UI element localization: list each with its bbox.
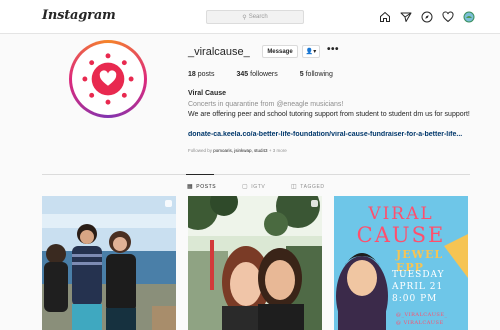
poster-handle-2: @ VIRALCAUSE (396, 320, 444, 326)
igtv-icon: ▢ (242, 184, 249, 190)
logo-dot (89, 92, 95, 98)
following-count-label: following (305, 71, 333, 78)
followed-by-more: + 3 more (268, 148, 287, 153)
direct-icon[interactable] (399, 10, 412, 23)
post-image-friends-selfie (188, 196, 322, 330)
logo-dot (82, 76, 88, 82)
multiple-photos-icon (311, 200, 318, 207)
search-icon: ⚲ (242, 14, 247, 21)
poster-title-line2: CAUSE (356, 223, 446, 247)
logo-dot (89, 60, 95, 66)
profile-avatar[interactable] (462, 10, 475, 23)
followers-link[interactable]: 345 followers (236, 71, 277, 78)
posts-count: 18 posts (188, 71, 214, 78)
following-link[interactable]: 5 following (300, 71, 333, 78)
message-button[interactable]: Message (262, 45, 298, 58)
post-thumbnail[interactable]: VIRAL CAUSE JEWEL EPP TUESDAY APRIL 21 8… (334, 196, 468, 330)
bio-line-2: We are offering peer and school tutoring… (188, 110, 470, 118)
heart-icon[interactable] (441, 10, 454, 23)
multiple-photos-icon (165, 200, 172, 207)
logo-dot (105, 99, 111, 105)
followers-count-label: followers (250, 71, 278, 78)
poster-date: APRIL 21 (392, 282, 444, 292)
post-thumbnail[interactable] (42, 196, 176, 330)
logo-dot (128, 76, 134, 82)
viral-cause-logo-graphic (82, 53, 134, 105)
top-navigation-bar: Instagram ⚲ Search (0, 0, 500, 34)
viral-cause-logo (74, 45, 142, 113)
tab-posts-label: POSTS (196, 183, 217, 190)
tab-posts[interactable]: ▦ POSTS (187, 183, 217, 191)
post-thumbnail[interactable] (188, 196, 322, 330)
nav-icons (378, 10, 475, 23)
profile-website-link[interactable]: donate-ca.keela.co/a-better-life-foundat… (188, 131, 478, 138)
poster-day: TUESDAY (392, 270, 445, 280)
search-input[interactable]: ⚲ Search (206, 10, 304, 24)
bio-line-1: Concerts in quarantine from @eneagle mus… (188, 101, 344, 108)
profile-full-name: Viral Cause (188, 90, 227, 97)
followed-by-prefix: Followed by (188, 148, 213, 153)
explore-icon[interactable] (420, 10, 433, 23)
poster-handle-1: @_VIRALCAUSE_ (396, 312, 448, 318)
profile-bio: Concerts in quarantine from @eneagle mus… (188, 100, 478, 119)
tab-tagged-label: TAGGED (300, 183, 325, 190)
more-options-icon[interactable]: ••• (327, 44, 339, 55)
followed-by[interactable]: Followed by pomoaris, jsinkwap, stud43 +… (188, 148, 287, 153)
logo-dot (121, 92, 127, 98)
profile-stats: 18 posts 345 followers 5 following (188, 71, 333, 78)
post-image-friends-lake (42, 196, 176, 330)
avatar-frame (72, 43, 144, 115)
tagged-icon: ◫ (291, 184, 298, 190)
poster-time: 8:00 PM (392, 294, 438, 304)
following-dropdown-button[interactable]: 👤▾ (302, 45, 320, 58)
followed-by-names: pomoaris, jsinkwap, stud43 (213, 148, 268, 153)
tab-igtv[interactable]: ▢ IGTV (242, 183, 266, 191)
following-icon: 👤▾ (305, 49, 317, 55)
following-count-value: 5 (299, 71, 304, 78)
tab-igtv-label: IGTV (251, 183, 266, 190)
posts-count-label: posts (197, 71, 215, 78)
tab-tagged[interactable]: ◫ TAGGED (291, 183, 325, 191)
profile-username: _viralcause_ (188, 46, 250, 58)
followers-count-value: 345 (236, 71, 249, 78)
logo-dot (105, 53, 111, 59)
search-placeholder: Search (248, 14, 268, 20)
home-icon[interactable] (378, 10, 391, 23)
poster-title-line1: VIRAL (368, 204, 434, 224)
posts-count-value: 18 (188, 71, 196, 78)
grid-icon: ▦ (187, 184, 194, 190)
active-tab-indicator (186, 174, 214, 175)
logo-dot (121, 60, 127, 66)
profile-avatar-large[interactable] (69, 40, 147, 118)
instagram-logo[interactable]: Instagram (42, 8, 116, 23)
tabs-divider (42, 174, 470, 175)
